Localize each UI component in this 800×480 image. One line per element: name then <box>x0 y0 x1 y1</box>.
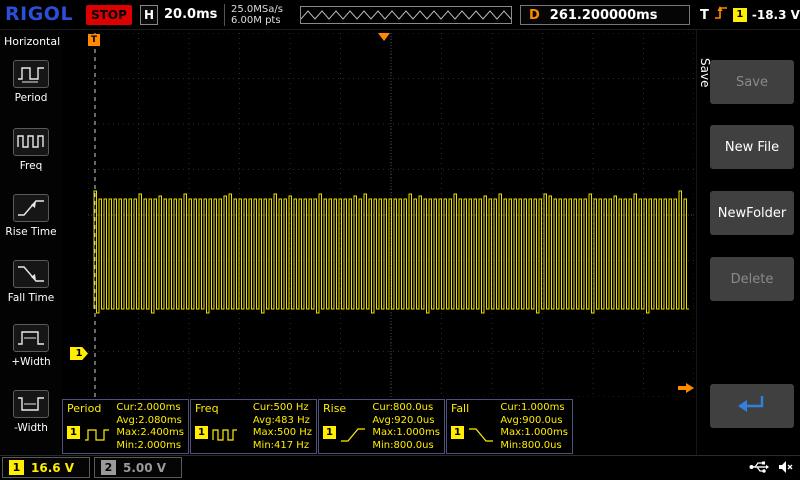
sidebar-item-label: Period <box>0 92 62 104</box>
measurement-max: Max:2.400ms <box>116 427 184 440</box>
horizontal-label: H <box>140 5 158 25</box>
minus-width-icon <box>13 390 49 418</box>
delete-button[interactable]: Delete <box>710 257 794 301</box>
measurement-cur: Cur:800.0us <box>372 402 440 415</box>
trigger-slope-icon <box>714 5 728 25</box>
measurement-panel-fall[interactable]: Fall Cur:1.000ms Avg:900.0us Max:1.000ms… <box>446 399 573 454</box>
sidebar-item-label: Fall Time <box>0 292 62 304</box>
measurement-avg: Avg:900.0us <box>500 415 568 428</box>
sidebar-item-label: Freq <box>0 160 62 172</box>
measurement-min: Min:417 Hz <box>253 440 312 453</box>
back-button[interactable] <box>710 384 794 428</box>
memory-depth: 6.00M pts <box>231 15 283 26</box>
measurement-min: Min:800.0us <box>500 440 568 453</box>
measurement-cur: Cur:500 Hz <box>253 402 312 415</box>
sidebar-item-plus-width[interactable]: +Width <box>0 324 62 368</box>
sidebar-item-label: Rise Time <box>0 226 62 238</box>
save-button[interactable]: Save <box>710 60 794 104</box>
measurement-min: Min:800.0us <box>372 440 440 453</box>
trigger-position-marker-icon[interactable] <box>378 33 390 41</box>
sidebar-item-fall-time[interactable]: Fall Time <box>0 260 62 304</box>
channel2-badge: 2 <box>101 460 116 475</box>
measurement-cur: Cur:2.000ms <box>116 402 184 415</box>
measure-sidebar: Horizontal Period Freq Rise Time Fall Ti… <box>0 30 62 455</box>
channel-bar: 1 16.6 V 2 5.00 V <box>0 455 800 480</box>
sidebar-title: Horizontal <box>0 30 62 48</box>
sidebar-item-label: +Width <box>0 356 62 368</box>
measurement-name: Period <box>67 402 101 415</box>
measurement-bar: Period Cur:2.000ms Avg:2.080ms Max:2.400… <box>62 399 573 454</box>
graticule-grid <box>88 33 694 397</box>
trigger-source-badge: 1 <box>733 8 747 22</box>
channel2-status[interactable]: 2 5.00 V <box>94 457 182 478</box>
measurement-avg: Avg:483 Hz <box>253 415 312 428</box>
measurement-max: Max:1.000ms <box>372 427 440 440</box>
measurement-min: Min:2.000ms <box>116 440 184 453</box>
trigger-readout[interactable]: T 1 -18.3 V <box>700 5 800 25</box>
measurement-panel-freq[interactable]: Freq Cur:500 Hz Avg:483 Hz Max:500 Hz Mi… <box>190 399 317 454</box>
rise-measure-icon <box>340 426 366 448</box>
measurement-avg: Avg:2.080ms <box>116 415 184 428</box>
waveform-display[interactable]: T <box>88 33 694 397</box>
measurement-max: Max:500 Hz <box>253 427 312 440</box>
sidebar-item-rise-time[interactable]: Rise Time <box>0 194 62 238</box>
freq-icon <box>13 128 49 156</box>
sidebar-item-minus-width[interactable]: -Width <box>0 390 62 434</box>
timebase-readout[interactable]: 20.0ms <box>164 7 217 22</box>
fall-time-icon <box>13 260 49 288</box>
trigger-label: T <box>700 8 709 23</box>
measurement-max: Max:1.000ms <box>500 427 568 440</box>
sidebar-item-period[interactable]: Period <box>0 60 62 104</box>
new-file-button[interactable]: New File <box>710 125 794 169</box>
period-icon <box>13 60 49 88</box>
measurement-values: Cur:1.000ms Avg:900.0us Max:1.000ms Min:… <box>500 402 568 453</box>
measurement-values: Cur:800.0us Avg:920.0us Max:1.000ms Min:… <box>372 402 440 453</box>
delay-label: D <box>529 8 540 23</box>
measurement-panel-period[interactable]: Period Cur:2.000ms Avg:2.080ms Max:2.400… <box>62 399 189 454</box>
measurement-cur: Cur:1.000ms <box>500 402 568 415</box>
measurement-source-badge: 1 <box>195 426 208 439</box>
channel1-level-marker[interactable]: 1 <box>70 347 88 360</box>
delay-value: 261.200000ms <box>550 8 658 23</box>
plus-width-icon <box>13 324 49 352</box>
sample-rate: 25.0MSa/s <box>231 4 283 15</box>
channel1-scale: 16.6 V <box>31 461 74 475</box>
measurement-source-badge: 1 <box>451 426 464 439</box>
measurement-name: Rise <box>323 402 346 415</box>
delay-readout[interactable]: D 261.200000ms <box>520 5 690 25</box>
channel1-status[interactable]: 1 16.6 V <box>2 457 90 478</box>
oscilloscope-screen: RIGOL STOP H 20.0ms 25.0MSa/s 6.00M pts … <box>0 0 800 480</box>
usb-icon <box>749 459 769 478</box>
channel2-scale: 5.00 V <box>123 461 166 475</box>
measurement-values: Cur:500 Hz Avg:483 Hz Max:500 Hz Min:417… <box>253 402 312 453</box>
rigol-logo: RIGOL <box>5 3 73 25</box>
rise-time-icon <box>13 194 49 222</box>
status-bar: RIGOL STOP H 20.0ms 25.0MSa/s 6.00M pts … <box>0 0 800 30</box>
return-arrow-icon <box>736 393 768 419</box>
measurement-name: Fall <box>451 402 469 415</box>
sidebar-item-label: -Width <box>0 422 62 434</box>
freq-measure-icon <box>212 426 238 448</box>
measurement-values: Cur:2.000ms Avg:2.080ms Max:2.400ms Min:… <box>116 402 184 453</box>
trigger-level-value: -18.3 V <box>752 8 800 22</box>
new-folder-button[interactable]: NewFolder <box>710 191 794 235</box>
waveform-preview[interactable] <box>300 6 512 24</box>
measurement-source-badge: 1 <box>323 426 336 439</box>
trigger-position-flag[interactable]: T <box>88 34 100 46</box>
measurement-panel-rise[interactable]: Rise Cur:800.0us Avg:920.0us Max:1.000ms… <box>318 399 445 454</box>
status-icons <box>749 459 794 478</box>
acquisition-readout: 25.0MSa/s 6.00M pts <box>224 4 283 26</box>
fall-measure-icon <box>468 426 494 448</box>
measurement-name: Freq <box>195 402 219 415</box>
measurement-source-badge: 1 <box>67 426 80 439</box>
waveform-preview-trace <box>301 7 511 23</box>
speaker-icon[interactable] <box>778 459 794 478</box>
channel1-badge: 1 <box>9 460 24 475</box>
sidebar-item-freq[interactable]: Freq <box>0 128 62 172</box>
run-state-badge[interactable]: STOP <box>86 5 132 25</box>
save-menu: Save Save New File NewFolder Delete <box>696 30 800 455</box>
period-measure-icon <box>84 426 110 448</box>
measurement-avg: Avg:920.0us <box>372 415 440 428</box>
